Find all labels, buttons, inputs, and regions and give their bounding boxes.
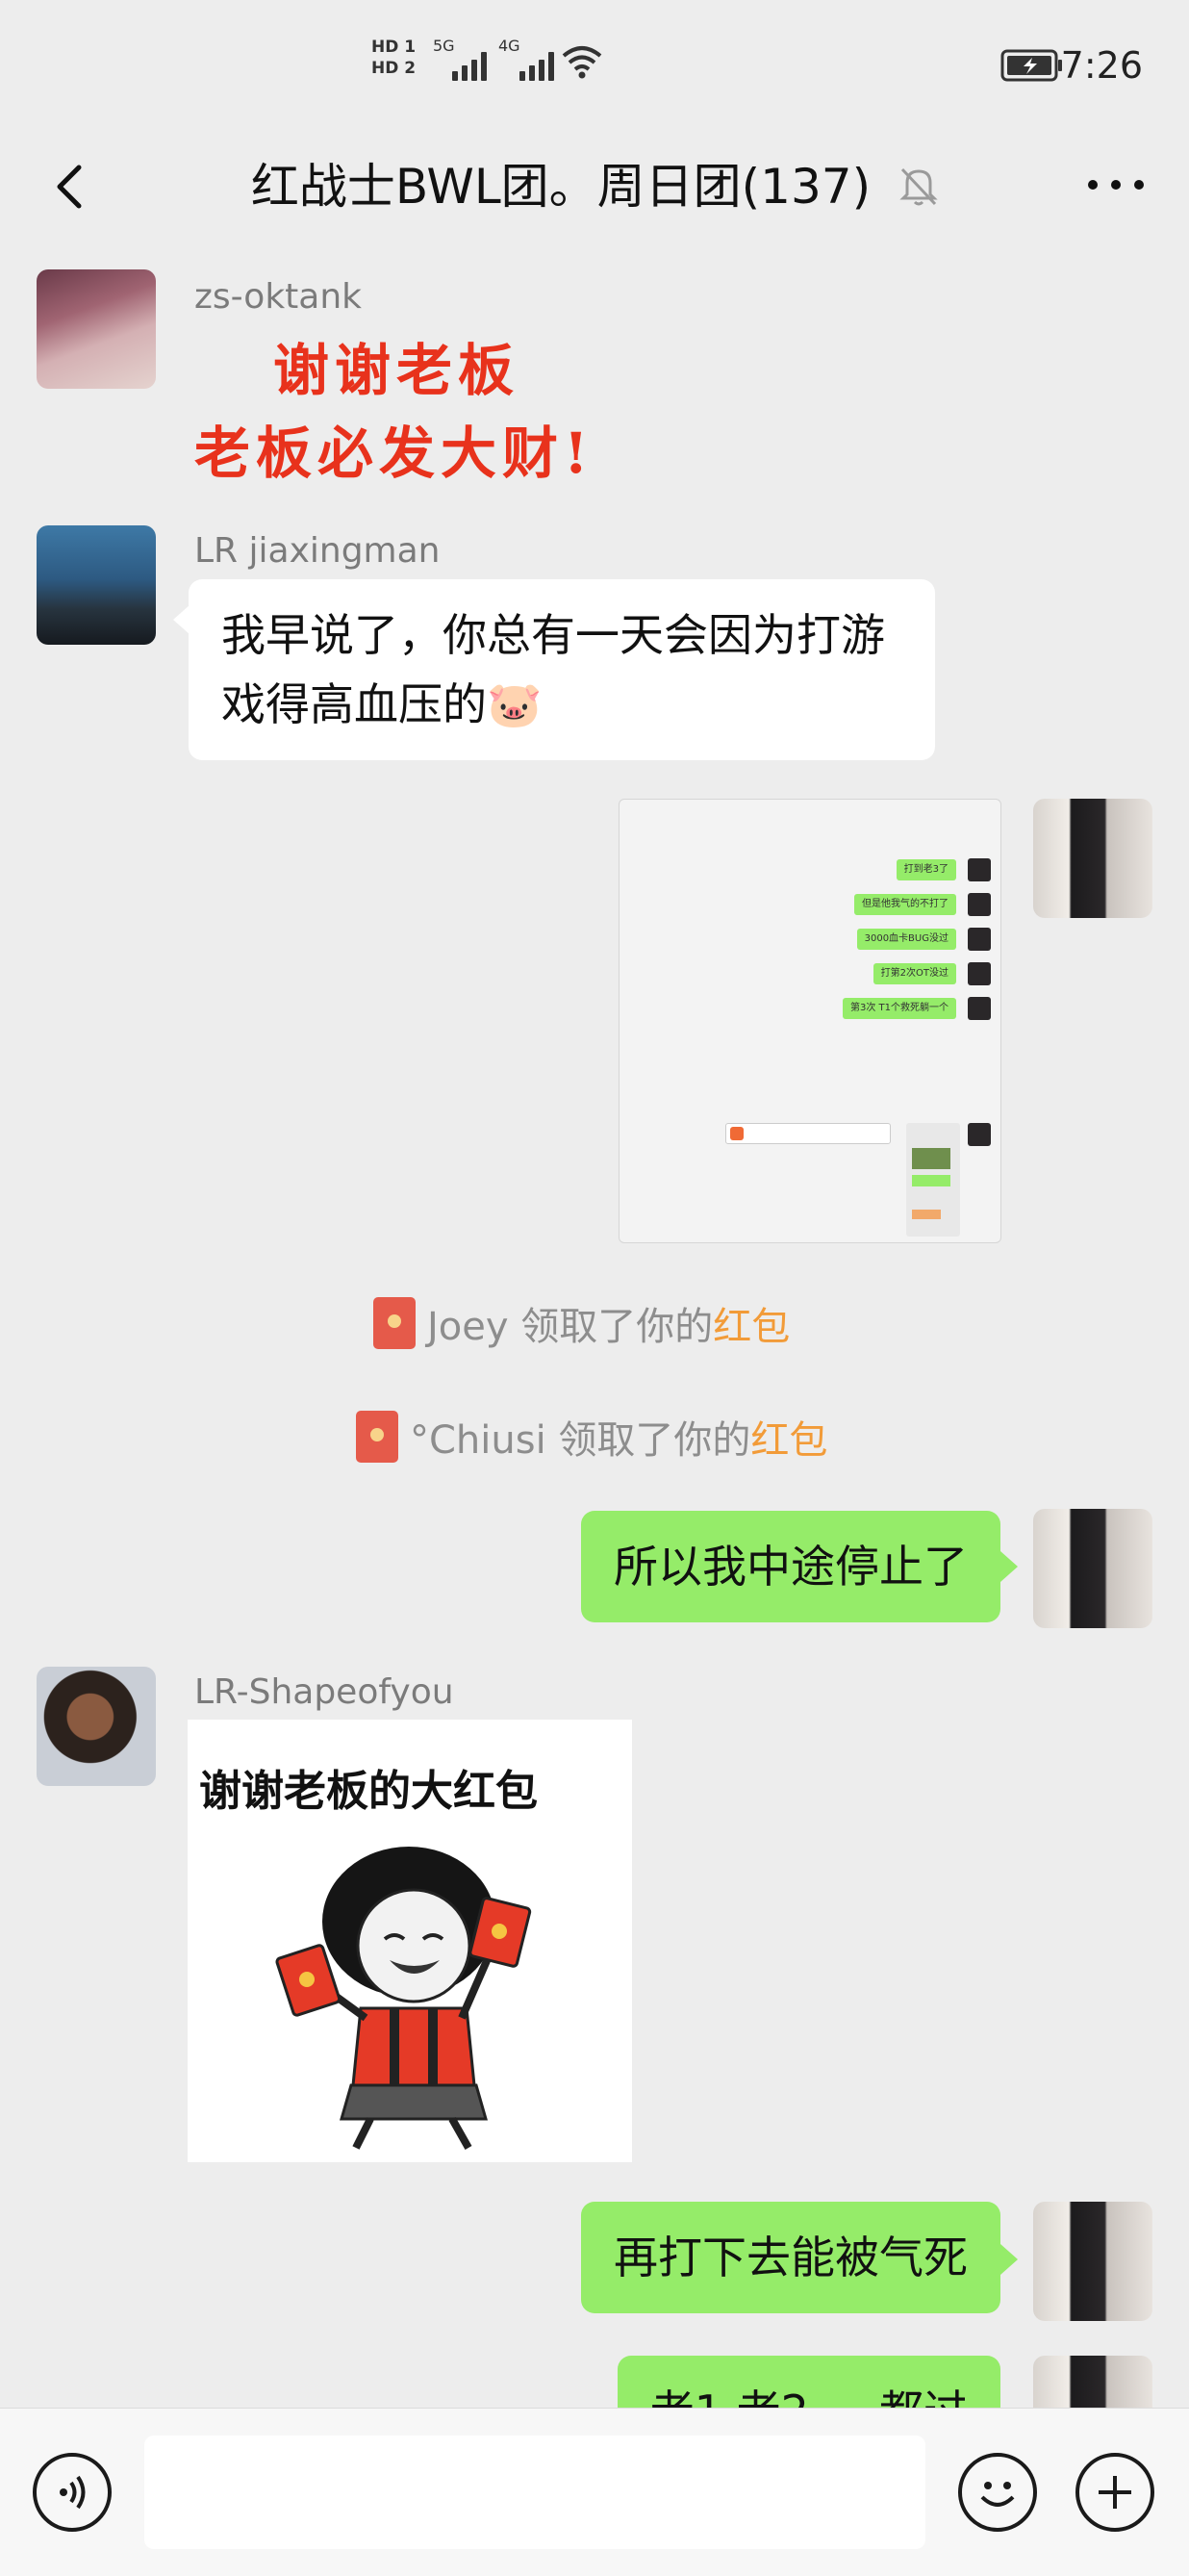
plus-icon[interactable] bbox=[1075, 2453, 1154, 2532]
thumb-message: 第3次 T1个救死躺一个 bbox=[842, 998, 956, 1019]
message-input[interactable] bbox=[144, 2436, 925, 2549]
receiver-name: Joey bbox=[427, 1305, 509, 1349]
voice-icon[interactable] bbox=[33, 2453, 112, 2532]
bell-off-icon bbox=[899, 167, 938, 206]
wifi-icon bbox=[562, 46, 602, 79]
red-packet-notice: Joey 领取了你的红包 bbox=[373, 1295, 790, 1351]
thumb-toolbar bbox=[725, 1123, 891, 1144]
hd-indicator: HD 1 HD 2 bbox=[371, 38, 417, 78]
thumb-chat-panel bbox=[906, 1123, 960, 1237]
thumb-avatar bbox=[968, 858, 991, 881]
thumb-message: 打第2次OT没过 bbox=[873, 963, 956, 984]
thumb-message: 但是他我气的不打了 bbox=[854, 894, 956, 915]
avatar[interactable] bbox=[37, 525, 156, 645]
status-bar: HD 1 HD 2 5G 4G 7:26 bbox=[0, 0, 1189, 135]
thumb-message: 打到老3了 bbox=[896, 859, 956, 880]
clock: 7:26 bbox=[1060, 44, 1143, 87]
receiver-name: °Chiusi bbox=[410, 1418, 546, 1463]
thumb-avatar bbox=[968, 997, 991, 1020]
red-text-line-2: 老板必发大财! bbox=[194, 421, 594, 486]
my-avatar[interactable] bbox=[1033, 799, 1152, 918]
screenshot-image[interactable]: 打到老3了 但是他我气的不打了 3000血卡BUG没过 打第2次OT没过 第3次… bbox=[619, 799, 1001, 1243]
emoji-icon[interactable] bbox=[958, 2453, 1037, 2532]
thumb-avatar bbox=[968, 893, 991, 916]
bubble-tail bbox=[1000, 2244, 1018, 2275]
my-avatar[interactable] bbox=[1033, 1509, 1152, 1628]
red-envelope-icon bbox=[373, 1297, 416, 1349]
message-bubble[interactable]: 再打下去能被气死 bbox=[581, 2202, 1000, 2313]
red-packet-link[interactable]: 红包 bbox=[750, 1418, 827, 1463]
signal-bars-icon bbox=[452, 48, 487, 81]
red-packet-notice: °Chiusi 领取了你的红包 bbox=[356, 1409, 827, 1465]
sticker-image[interactable]: 谢谢老板的大红包 bbox=[188, 1720, 632, 2162]
sender-name: LR jiaxingman bbox=[194, 531, 441, 571]
red-text-line-1: 谢谢老板 bbox=[273, 338, 520, 403]
avatar[interactable] bbox=[37, 1667, 156, 1786]
input-bar bbox=[0, 2408, 1189, 2576]
thumb-avatar bbox=[968, 1123, 991, 1146]
my-avatar[interactable] bbox=[1033, 2202, 1152, 2321]
message-bubble[interactable]: 我早说了，你总有一天会因为打游戏得高血压的🐷 bbox=[189, 579, 935, 760]
thumb-message: 3000血卡BUG没过 bbox=[856, 929, 956, 950]
signal-bars-icon-2 bbox=[519, 48, 554, 81]
notice-text: 领取了你的 bbox=[545, 1418, 751, 1463]
message-bubble[interactable]: 所以我中途停止了 bbox=[581, 1511, 1000, 1622]
red-packet-link[interactable]: 红包 bbox=[713, 1305, 790, 1349]
red-envelope-icon bbox=[356, 1411, 398, 1463]
network-4g-label: 4G bbox=[498, 37, 520, 55]
notice-text: 领取了你的 bbox=[508, 1305, 714, 1349]
battery-icon bbox=[1000, 49, 1062, 82]
chat-title: 红战士BWL团。周日团(137) bbox=[250, 159, 872, 215]
avatar[interactable] bbox=[37, 269, 156, 389]
thumb-avatar bbox=[968, 962, 991, 985]
thumb-avatar bbox=[968, 928, 991, 951]
sticker-caption: 谢谢老板的大红包 bbox=[199, 1767, 538, 1816]
ellipsis-icon[interactable] bbox=[1077, 156, 1154, 214]
bubble-tail bbox=[1000, 1551, 1018, 1582]
sticker-figure bbox=[275, 1847, 532, 2150]
chat-header: 红战士BWL团。周日团(137) bbox=[0, 135, 1189, 250]
sender-name: zs-oktank bbox=[194, 277, 363, 317]
sender-name: LR-Shapeofyou bbox=[194, 1672, 454, 1712]
